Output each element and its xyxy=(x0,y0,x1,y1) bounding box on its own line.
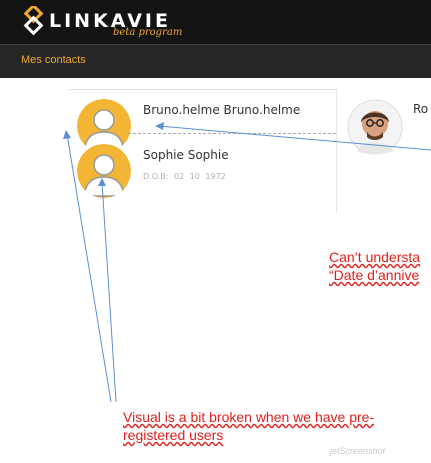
annotation-line: Visual is a bit broken when we have pre- xyxy=(123,409,375,425)
contact-photo-avatar[interactable] xyxy=(347,99,403,159)
contact-name-truncated[interactable]: Ro xyxy=(413,102,428,116)
row-separator xyxy=(128,133,336,134)
watermark: jetScreenshot xyxy=(330,446,386,456)
column-divider xyxy=(336,89,337,213)
contact-item[interactable]: Bruno.helme Bruno.helme xyxy=(76,99,336,153)
contact-item[interactable]: Sophie Sophie D.O.B: 02 10 1972 xyxy=(76,144,336,202)
linkavie-logo-icon xyxy=(23,6,44,36)
contact-name[interactable]: Bruno.helme Bruno.helme xyxy=(143,103,300,117)
annotation-line: Can’t understa xyxy=(329,249,421,265)
contact-dob: D.O.B: 02 10 1972 xyxy=(143,172,226,181)
annotation-note: Can’t understa “Date d’annive xyxy=(329,248,420,284)
annotation-line: “Date d’annive xyxy=(329,267,420,283)
app-logo-subtitle: beta program xyxy=(113,27,183,38)
nav-bar: Mes contacts xyxy=(0,44,431,78)
default-avatar-icon xyxy=(77,144,131,198)
annotation-note: Visual is a bit broken when we have pre-… xyxy=(123,408,374,444)
annotation-line: registered users xyxy=(123,427,224,443)
contact-name[interactable]: Sophie Sophie xyxy=(143,148,229,162)
nav-item-mes-contacts[interactable]: Mes contacts xyxy=(21,54,86,66)
top-header: LINKAVIE beta program xyxy=(0,0,431,44)
list-divider xyxy=(68,89,336,90)
